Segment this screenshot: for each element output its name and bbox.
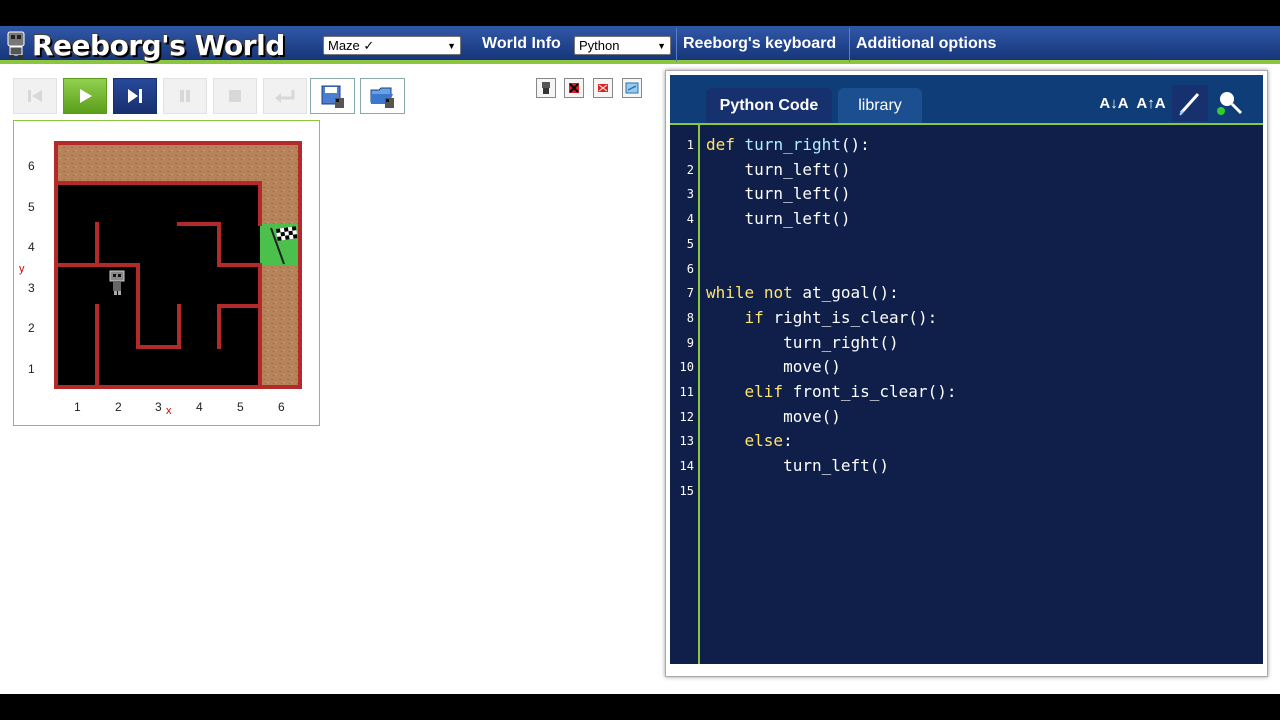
code-line: turn_left() (783, 456, 890, 476)
line-number: 1 (686, 138, 694, 152)
chevron-down-icon: ▼ (657, 40, 666, 51)
highlight-icon (1179, 92, 1200, 116)
world-grid (54, 141, 302, 389)
code-line: move() (783, 357, 841, 377)
save-world-button[interactable] (310, 78, 355, 114)
open-world-button[interactable] (360, 78, 405, 114)
world-canvas[interactable]: 6 5 4 3 2 1 y 1 2 3 4 5 6 x (13, 120, 320, 426)
additional-options-link[interactable]: Additional options (856, 35, 996, 53)
edit-world-button[interactable] (622, 78, 642, 98)
language-select-value: Python (579, 38, 620, 53)
app-title: Reeborg's World (32, 28, 285, 62)
watch-button[interactable] (1211, 85, 1247, 121)
language-select[interactable]: Python ▼ (574, 36, 671, 55)
step-button[interactable] (113, 78, 157, 114)
return-button[interactable] (263, 78, 307, 114)
editor-panel: Python Code library A↓A A↑A 1234567 8 9 … (665, 70, 1268, 677)
line-number: 15 (679, 483, 694, 498)
robot-icon (542, 82, 550, 94)
run-button[interactable] (63, 78, 107, 114)
y-axis-letter: y (19, 263, 25, 275)
stop-button[interactable] (213, 78, 257, 114)
code-line: else: (744, 431, 793, 451)
keyboard-link[interactable]: Reeborg's keyboard (683, 35, 836, 53)
pause-icon (180, 90, 190, 102)
line-number: 10 (679, 360, 694, 375)
x-tick: 6 (278, 400, 285, 414)
line-number: 3 (686, 187, 694, 202)
add-robot-button[interactable] (536, 78, 556, 98)
world-select-value: Maze ✓ (328, 37, 375, 53)
code-line: turn_left() (744, 159, 851, 179)
step-icon (128, 89, 142, 103)
maze-floor (55, 183, 260, 388)
app-window: Reeborg's World Maze ✓ ▼ World Info Pyth… (0, 26, 1280, 694)
save-world-icon (321, 85, 344, 108)
x-tick: 3 (155, 400, 162, 414)
delete-icon (598, 84, 608, 92)
x-tick: 1 (74, 400, 81, 414)
y-tick: 1 (28, 362, 35, 376)
y-tick: 3 (28, 281, 35, 295)
y-tick: 5 (28, 200, 35, 214)
code-editor[interactable]: 1 2 3 4 5 6 7 8 9 10 11 12 13 14 15 def turn_right(): … (670, 123, 1263, 664)
line-number: 8 (686, 310, 694, 325)
decrease-font-button[interactable]: A↓A (1096, 85, 1132, 121)
watch-icon (1217, 92, 1243, 115)
return-icon (275, 90, 295, 103)
stop-icon (229, 90, 241, 102)
code-line: def turn_right(): (706, 135, 870, 154)
x-axis-letter: x (166, 405, 172, 417)
pause-button[interactable] (163, 78, 207, 114)
tab-python-code[interactable]: Python Code (706, 88, 832, 123)
increase-font-icon: A↑A (1136, 94, 1166, 112)
line-number: 13 (679, 434, 694, 449)
header-divider (676, 28, 677, 62)
tab-library[interactable]: library (838, 88, 922, 123)
y-tick: 6 (28, 159, 35, 173)
code-line: turn_right() (783, 332, 899, 352)
delete-button[interactable] (593, 78, 613, 98)
world-select[interactable]: Maze ✓ ▼ (323, 36, 461, 55)
clear-robot-icon (569, 83, 579, 93)
x-tick: 4 (196, 400, 203, 414)
y-tick: 4 (28, 240, 35, 254)
run-icon (80, 89, 92, 103)
code-line: while not at_goal(): (706, 283, 899, 303)
increase-font-button[interactable]: A↑A (1133, 85, 1169, 121)
x-tick: 5 (237, 400, 244, 414)
chevron-down-icon: ▼ (447, 40, 456, 51)
code-line: move() (783, 406, 841, 426)
code-line: elif front_is_clear(): (744, 382, 957, 401)
y-tick: 2 (28, 321, 35, 335)
line-number: 11 (679, 385, 694, 399)
app-logo[interactable]: Reeborg's World (6, 28, 285, 62)
line-number: 9 (686, 335, 694, 350)
editor-header: Python Code library A↓A A↑A (670, 75, 1263, 123)
line-number: 4 (686, 212, 694, 227)
line-number: 2 (686, 162, 694, 177)
highlight-button[interactable] (1172, 85, 1208, 121)
line-number: 5 (686, 236, 694, 251)
decrease-font-icon: A↓A (1099, 94, 1129, 112)
edit-world-icon (625, 82, 639, 94)
header-bar: Reeborg's World Maze ✓ ▼ World Info Pyth… (0, 26, 1280, 64)
reload-button[interactable] (13, 78, 57, 114)
x-tick: 2 (115, 400, 122, 414)
header-divider (849, 28, 850, 62)
code-line: turn_left() (744, 184, 851, 204)
open-world-icon (370, 87, 394, 108)
clear-robot-button[interactable] (564, 78, 584, 98)
line-number: 6 (686, 261, 694, 276)
world-info-link[interactable]: World Info (482, 35, 561, 53)
robot-logo-icon (7, 31, 25, 59)
code-line: if right_is_clear(): (744, 307, 938, 327)
line-number-gutter: 1 2 3 4 5 6 7 8 9 10 11 12 13 14 15 (670, 125, 700, 664)
line-number: 14 (679, 459, 694, 474)
reload-icon (28, 90, 42, 102)
line-number: 12 (679, 409, 694, 424)
line-number: 7 (686, 286, 694, 301)
code-line: turn_left() (744, 209, 851, 229)
